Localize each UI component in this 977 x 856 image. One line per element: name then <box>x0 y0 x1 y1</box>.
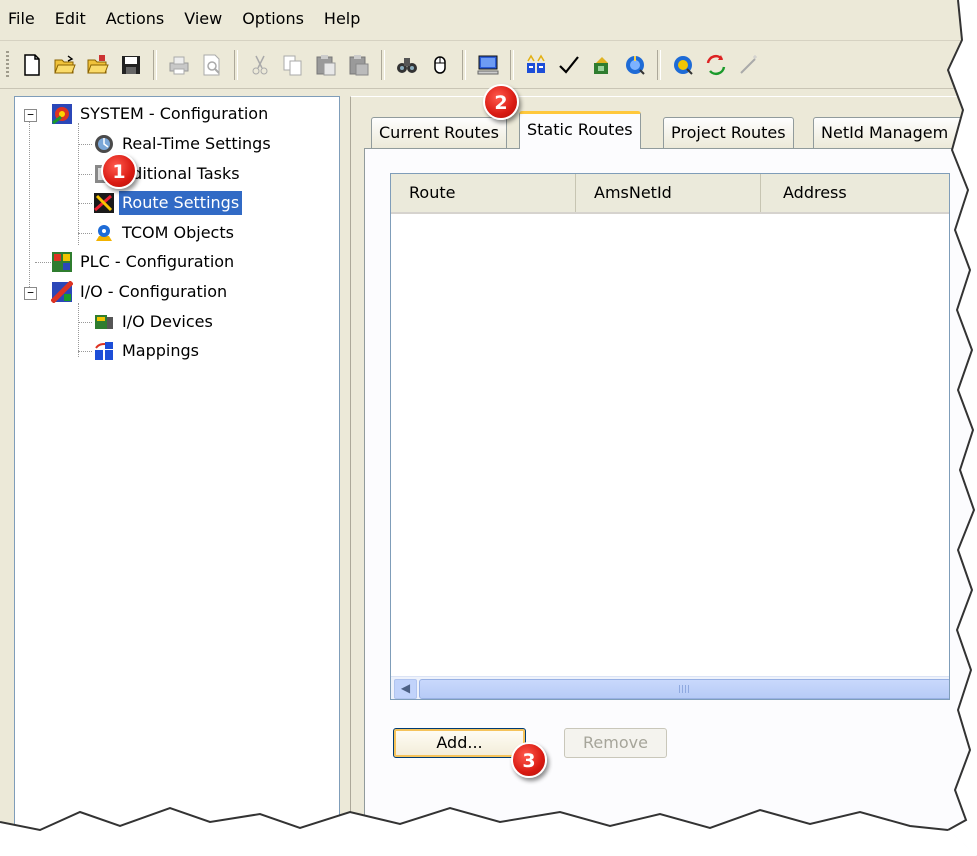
tab-project-routes[interactable]: Project Routes <box>663 117 794 148</box>
scrollbar-thumb[interactable] <box>419 679 949 699</box>
activate-icon[interactable] <box>588 51 616 79</box>
menu-help[interactable]: Help <box>314 0 370 40</box>
route-icon <box>94 193 114 213</box>
menu-edit[interactable]: Edit <box>45 0 96 40</box>
twincat-system-manager: File Edit Actions View Options Help − SY… <box>0 0 977 856</box>
callout-badge-1: 1 <box>101 153 137 189</box>
tree-connector <box>78 351 92 352</box>
tab-netid-management[interactable]: NetId Managem <box>813 117 977 148</box>
tree-label: TCOM Objects <box>122 223 234 242</box>
tab-current-routes[interactable]: Current Routes <box>371 117 507 148</box>
mouse-icon[interactable] <box>426 51 454 79</box>
refresh-icon[interactable] <box>702 51 730 79</box>
remove-route-button[interactable]: Remove <box>564 728 667 758</box>
io-config-icon <box>51 281 73 303</box>
monitor-icon[interactable] <box>474 51 502 79</box>
tree-label: I/O - Configuration <box>80 282 228 301</box>
tree-connector <box>78 123 79 245</box>
tree-label: dditional Tasks <box>122 164 240 183</box>
toolbar-separator <box>153 49 157 80</box>
tree-connector <box>78 233 92 234</box>
paste-special-icon[interactable] <box>345 51 373 79</box>
toolbar-separator <box>510 49 514 80</box>
find-icon[interactable] <box>393 51 421 79</box>
tree-label: I/O Devices <box>122 312 213 331</box>
scroll-left-button[interactable]: ◀ <box>394 679 417 699</box>
scrollbar-grip <box>679 685 691 693</box>
new-icon[interactable] <box>18 51 46 79</box>
toolbar-separator <box>234 49 238 80</box>
tree-label: Mappings <box>122 341 199 360</box>
menu-actions[interactable]: Actions <box>96 0 174 40</box>
toolbar-separator <box>657 49 661 80</box>
open-folder-icon[interactable] <box>84 51 112 79</box>
menu-file[interactable]: File <box>0 0 45 40</box>
tree-connector <box>78 174 92 175</box>
tcom-icon <box>96 225 112 241</box>
tree-label: Route Settings <box>119 191 243 215</box>
tree-label: Real-Time Settings <box>122 134 271 153</box>
save-icon[interactable] <box>117 51 145 79</box>
configuration-tree: − SYSTEM - Configuration Real-Time Setti… <box>14 96 340 856</box>
toolbar-separator <box>381 49 385 80</box>
menu-bar: File Edit Actions View Options Help <box>0 0 977 41</box>
pane-splitter[interactable] <box>340 92 350 856</box>
tree-collapse-toggle[interactable]: − <box>24 109 37 122</box>
tab-static-routes[interactable]: Static Routes <box>519 111 641 149</box>
config-mode-icon[interactable] <box>522 51 550 79</box>
tree-node-route-settings[interactable]: Route Settings <box>93 190 243 216</box>
restart-icon[interactable] <box>621 51 649 79</box>
tree-node-io-configuration[interactable]: I/O - Configuration <box>51 279 230 305</box>
tree-node-tcom-objects[interactable]: TCOM Objects <box>93 220 237 246</box>
callout-badge-2: 2 <box>483 84 519 120</box>
column-header-amsnetid[interactable]: AmsNetId <box>576 174 761 212</box>
tree-label: PLC - Configuration <box>80 252 235 271</box>
static-routes-list[interactable]: Route AmsNetId Address ◀ <box>390 173 950 700</box>
plc-icon <box>52 252 72 272</box>
system-icon <box>52 104 72 125</box>
check-icon[interactable] <box>555 51 583 79</box>
tree-connector <box>78 144 92 145</box>
print-preview-icon[interactable] <box>198 51 226 79</box>
globe-clock-icon <box>95 135 113 153</box>
toolbar-grip[interactable] <box>6 51 9 79</box>
toolbar-separator <box>462 49 466 80</box>
target-icon[interactable] <box>669 51 697 79</box>
io-devices-icon <box>95 315 113 329</box>
open-icon[interactable] <box>51 51 79 79</box>
add-route-button[interactable]: Add... <box>393 728 526 758</box>
tree-label: SYSTEM - Configuration <box>80 104 269 123</box>
callout-badge-3: 3 <box>511 742 547 778</box>
toolbar <box>0 41 977 89</box>
column-header-address[interactable]: Address <box>761 174 949 212</box>
tree-connector <box>78 303 79 357</box>
cut-icon[interactable] <box>246 51 274 79</box>
menu-view[interactable]: View <box>174 0 232 40</box>
tree-connector <box>78 322 92 323</box>
mappings-icon <box>95 342 113 360</box>
horizontal-scrollbar[interactable]: ◀ <box>391 676 949 699</box>
list-header: Route AmsNetId Address <box>391 174 949 214</box>
tree-connector <box>78 203 92 204</box>
menu-options[interactable]: Options <box>232 0 314 40</box>
tree-node-mappings[interactable]: Mappings <box>93 338 202 364</box>
column-header-route[interactable]: Route <box>391 174 576 212</box>
tree-collapse-toggle[interactable]: − <box>24 287 37 300</box>
print-icon[interactable] <box>165 51 193 79</box>
tree-node-io-devices[interactable]: I/O Devices <box>93 309 216 335</box>
tree-connector <box>29 117 30 297</box>
paste-icon[interactable] <box>312 51 340 79</box>
tree-node-system[interactable]: SYSTEM - Configuration <box>51 101 271 127</box>
tree-node-plc-configuration[interactable]: PLC - Configuration <box>51 249 237 275</box>
copy-icon[interactable] <box>279 51 307 79</box>
wand-icon[interactable] <box>735 51 763 79</box>
